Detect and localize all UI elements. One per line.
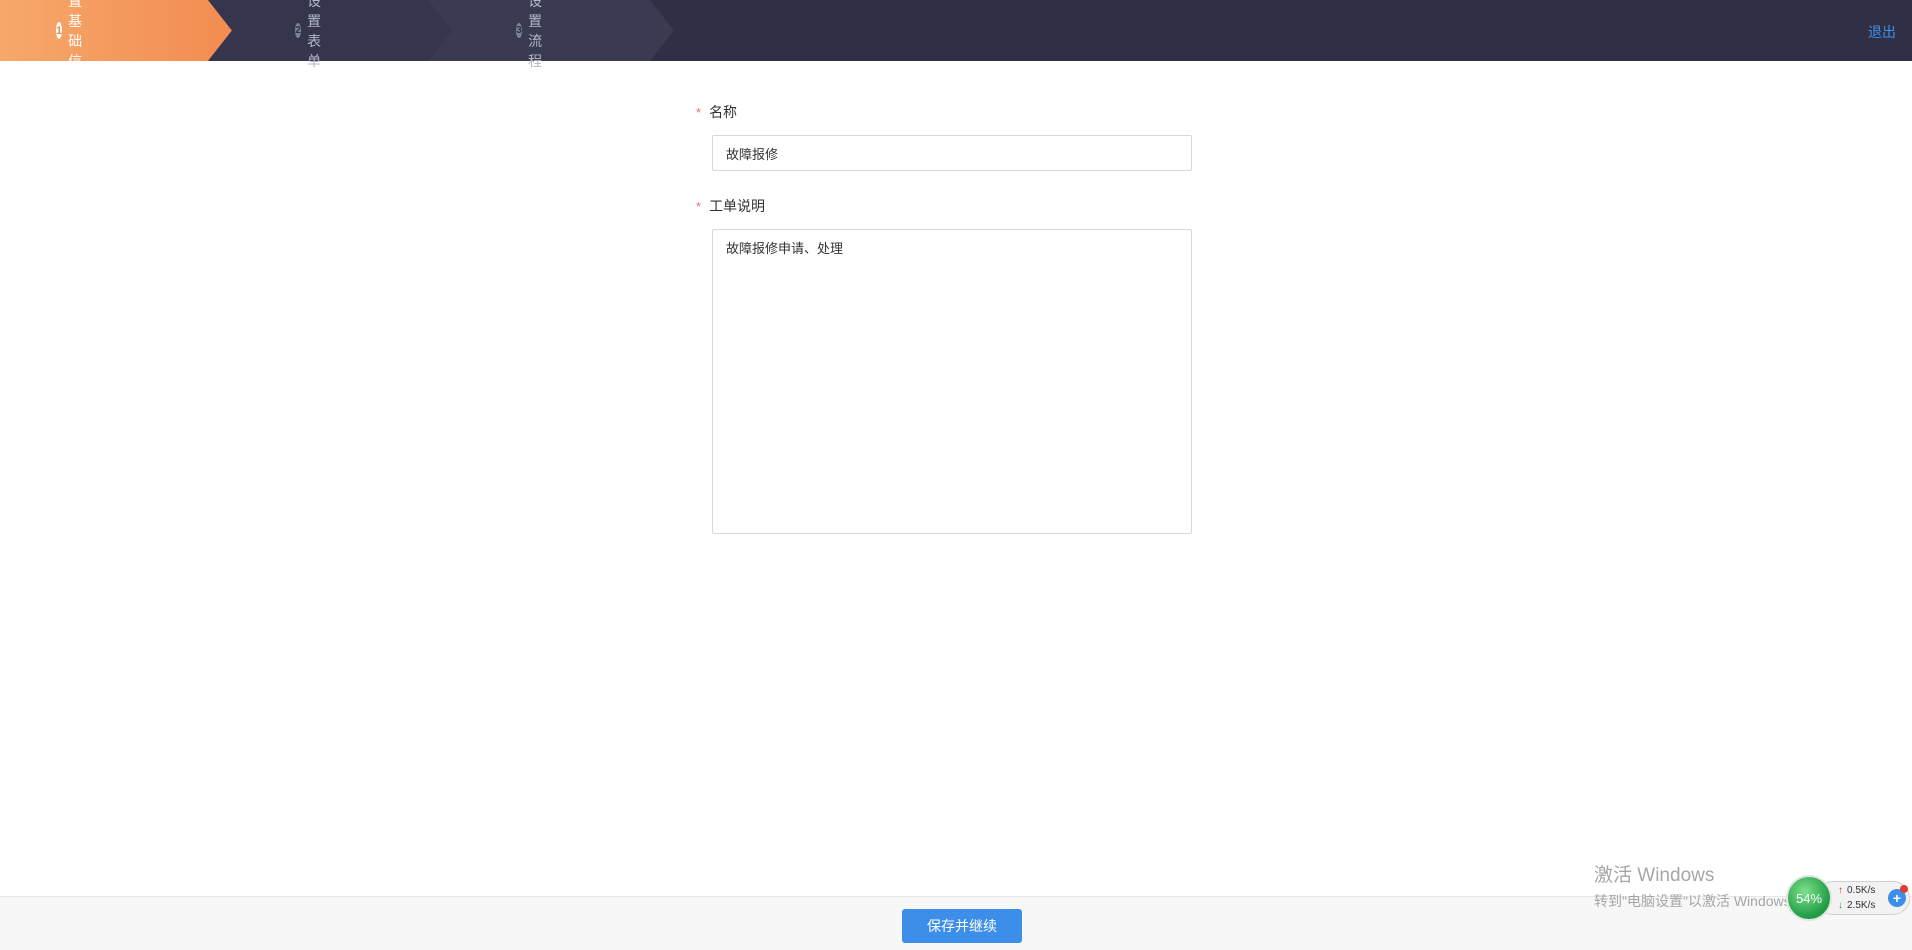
- step-number-1: 1: [56, 22, 63, 39]
- memory-percent: 54%: [1795, 890, 1823, 906]
- description-label-text: 工单说明: [709, 198, 766, 214]
- logout-link[interactable]: 退出: [1868, 22, 1896, 42]
- watermark-subtitle: 转到"电脑设置"以激活 Windows。: [1594, 893, 1805, 909]
- upload-rate: 0.5K/s: [1847, 885, 1876, 896]
- download-arrow-icon: ↓: [1838, 900, 1843, 911]
- top-navigation-bar: 1 设置基础信息 2 设置表单 3 设置流程 退出: [0, 0, 1912, 89]
- required-mark: *: [696, 104, 702, 120]
- name-input[interactable]: [712, 135, 1192, 171]
- network-rates: ↑ 0.5K/s ↓ 2.5K/s: [1838, 883, 1875, 913]
- step-flow[interactable]: 3 设置流程: [516, 0, 551, 69]
- step-form[interactable]: 2 设置表单: [295, 0, 330, 69]
- notification-dot: [1900, 885, 1908, 893]
- save-and-continue-button[interactable]: 保存并继续: [902, 909, 1022, 943]
- step-label: 设置流程: [528, 0, 543, 69]
- description-textarea[interactable]: 故障报修申请、处理: [712, 229, 1192, 534]
- windows-activation-watermark: 激活 Windows 转到"电脑设置"以激活 Windows。: [1594, 860, 1805, 911]
- step-label: 设置基础信息: [68, 0, 83, 89]
- upload-arrow-icon: ↑: [1838, 885, 1843, 896]
- download-rate: 2.5K/s: [1847, 900, 1876, 911]
- step-basic-info[interactable]: 1 设置基础信息: [56, 0, 93, 89]
- name-label-text: 名称: [709, 104, 738, 120]
- step-label: 设置表单: [307, 0, 322, 69]
- memory-usage-ball[interactable]: 54%: [1786, 875, 1832, 921]
- step-1-chevron: [0, 0, 232, 61]
- step-number-2: 2: [295, 23, 302, 38]
- watermark-title: 激活 Windows: [1594, 865, 1715, 886]
- description-label: * 工单说明: [696, 196, 765, 216]
- network-monitor-widget[interactable]: 54% ↑ 0.5K/s ↓ 2.5K/s +: [1786, 875, 1912, 921]
- step-number-3: 3: [516, 23, 523, 38]
- step-3-chevron: [428, 0, 674, 61]
- name-label: * 名称: [696, 102, 737, 122]
- required-mark: *: [696, 198, 702, 214]
- step-chevrons: [0, 0, 674, 61]
- step-2-chevron: [208, 0, 452, 61]
